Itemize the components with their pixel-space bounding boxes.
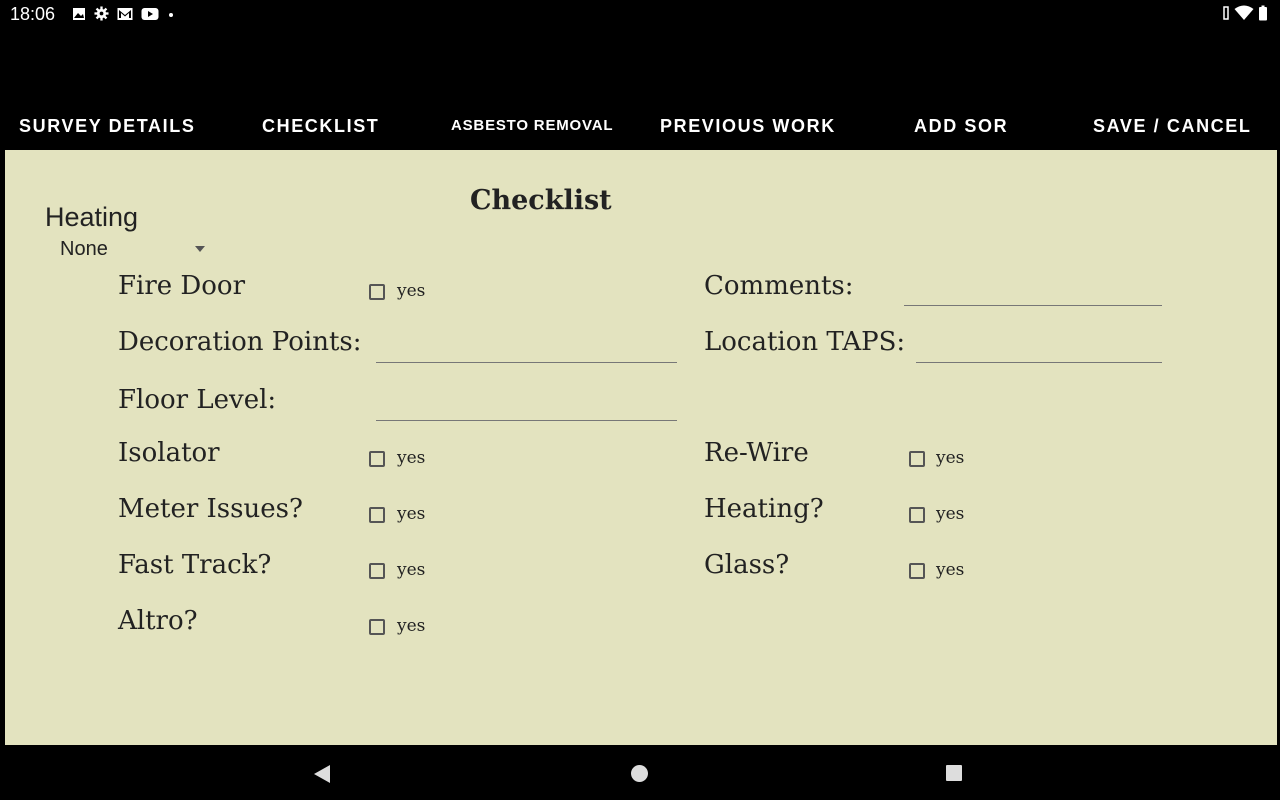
youtube-icon xyxy=(141,7,159,20)
decoration-points-input[interactable] xyxy=(376,362,677,363)
fire-door-label: Fire Door xyxy=(118,271,246,301)
fire-door-checkbox[interactable] xyxy=(369,284,385,300)
decoration-points-label: Decoration Points: xyxy=(118,327,362,357)
heating-yes-label: yes xyxy=(936,504,965,524)
settings-gear-icon xyxy=(94,6,109,21)
navigation-bar xyxy=(0,745,1280,800)
isolator-yes-label: yes xyxy=(397,448,426,468)
recents-icon[interactable] xyxy=(946,765,962,781)
fast-track-checkbox[interactable] xyxy=(369,563,385,579)
wifi-icon xyxy=(1234,5,1254,20)
tab-save-cancel[interactable]: SAVE / CANCEL xyxy=(1093,102,1251,150)
tab-previous-work[interactable]: PREVIOUS WORK xyxy=(660,102,836,150)
re-wire-checkbox[interactable] xyxy=(909,451,925,467)
isolator-label: Isolator xyxy=(118,438,220,468)
checklist-form: Checklist Heating None Fire Door yes Dec… xyxy=(5,150,1277,745)
heating-question-label: Heating? xyxy=(704,494,824,524)
heating-select[interactable]: None xyxy=(60,238,205,264)
tab-checklist[interactable]: CHECKLIST xyxy=(262,102,379,150)
tab-asbesto-removal[interactable]: ASBESTO REMOVAL xyxy=(451,102,613,150)
image-icon xyxy=(73,7,85,20)
meter-issues-yes-label: yes xyxy=(397,504,426,524)
gmail-icon xyxy=(117,7,133,20)
chevron-down-icon xyxy=(195,246,205,252)
location-taps-label: Location TAPS: xyxy=(704,327,906,357)
notification-icons xyxy=(72,6,175,21)
glass-yes-label: yes xyxy=(936,560,965,580)
fast-track-yes-label: yes xyxy=(397,560,426,580)
floor-level-input[interactable] xyxy=(376,420,677,421)
fast-track-label: Fast Track? xyxy=(118,550,272,580)
comments-label: Comments: xyxy=(704,271,854,301)
status-bar: 18:06 xyxy=(0,0,1280,28)
app-bar xyxy=(0,28,1280,102)
altro-checkbox[interactable] xyxy=(369,619,385,635)
tab-survey-details[interactable]: SURVEY DETAILS xyxy=(19,102,195,150)
system-status-icons xyxy=(1222,5,1268,21)
altro-label: Altro? xyxy=(118,606,198,636)
comments-input[interactable] xyxy=(904,305,1162,306)
re-wire-label: Re-Wire xyxy=(704,438,809,468)
floor-level-label: Floor Level: xyxy=(118,385,277,415)
vibrate-icon xyxy=(1223,6,1229,20)
glass-checkbox[interactable] xyxy=(909,563,925,579)
tab-bar: SURVEY DETAILS CHECKLIST ASBESTO REMOVAL… xyxy=(0,102,1280,150)
tab-add-sor[interactable]: ADD SOR xyxy=(914,102,1008,150)
status-time: 18:06 xyxy=(10,4,56,24)
page-title: Checklist xyxy=(470,185,612,216)
location-taps-input[interactable] xyxy=(916,362,1162,363)
back-icon[interactable] xyxy=(314,765,330,783)
home-icon[interactable] xyxy=(631,765,648,782)
meter-issues-checkbox[interactable] xyxy=(369,507,385,523)
altro-yes-label: yes xyxy=(397,616,426,636)
battery-icon xyxy=(1259,5,1267,21)
heating-heading: Heating xyxy=(45,202,139,232)
glass-label: Glass? xyxy=(704,550,790,580)
fire-door-yes-label: yes xyxy=(397,281,426,301)
heating-checkbox[interactable] xyxy=(909,507,925,523)
isolator-checkbox[interactable] xyxy=(369,451,385,467)
re-wire-yes-label: yes xyxy=(936,448,965,468)
dot-icon xyxy=(169,12,173,17)
meter-issues-label: Meter Issues? xyxy=(118,494,303,524)
heating-select-value: None xyxy=(60,238,108,260)
